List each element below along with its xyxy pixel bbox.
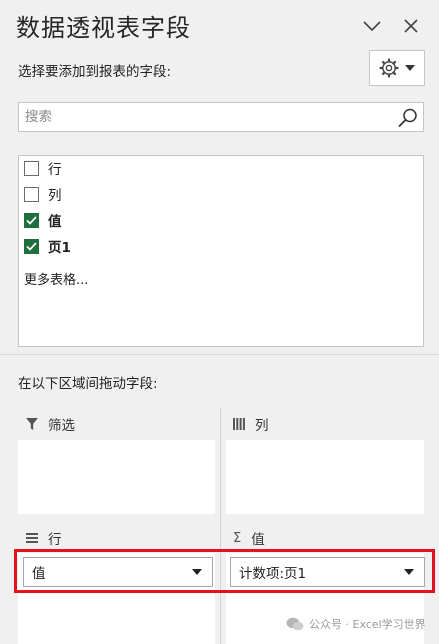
columns-area-label: 列	[255, 418, 269, 434]
wechat-icon	[286, 617, 304, 631]
field-label: 行	[48, 162, 62, 178]
values-field-label: 计数项:页1	[239, 566, 307, 582]
values-field-dropdown[interactable]: 计数项:页1	[230, 557, 425, 587]
values-area-header: Σ 值	[233, 525, 265, 551]
filters-area-label: 筛选	[48, 418, 75, 434]
field-search	[18, 102, 424, 132]
watermark-text: 公众号 · Excel学习世界	[309, 618, 426, 631]
checkbox-unchecked[interactable]	[24, 186, 39, 202]
field-label: 列	[48, 188, 62, 204]
close-icon	[404, 19, 418, 33]
area-divider	[220, 408, 221, 644]
collapse-button[interactable]	[358, 12, 386, 40]
dropdown-caret-icon	[192, 569, 202, 575]
watermark: 公众号 · Excel学习世界	[286, 616, 426, 632]
rows-area-label: 行	[48, 532, 62, 548]
more-tables-link[interactable]: 更多表格...	[24, 269, 88, 288]
pane-title: 数据透视表字段	[16, 14, 191, 42]
checkbox-unchecked[interactable]	[24, 160, 39, 176]
columns-icon	[233, 418, 245, 430]
search-input[interactable]	[25, 106, 385, 128]
pivot-field-pane: 数据透视表字段 选择要添加到报表的字段: 搜索 行 列 值 页1 更多表格...…	[0, 0, 439, 644]
field-item-value[interactable]: 值	[24, 209, 62, 231]
gear-icon	[379, 58, 399, 78]
sigma-icon: Σ	[233, 530, 242, 546]
checkmark-icon	[26, 241, 37, 251]
checkmark-icon	[26, 215, 37, 225]
rows-field-dropdown[interactable]: 值	[23, 557, 213, 587]
values-area-label: 值	[251, 532, 265, 548]
field-label: 页1	[48, 240, 71, 256]
rows-area-header: 行	[26, 525, 62, 551]
chevron-down-icon	[363, 21, 381, 32]
filter-icon	[26, 417, 38, 430]
filters-drop-zone[interactable]	[18, 440, 215, 514]
rows-field-label: 值	[32, 566, 46, 582]
field-item-row[interactable]: 行	[24, 157, 62, 179]
columns-drop-zone[interactable]	[226, 440, 424, 514]
checkbox-checked[interactable]	[24, 212, 39, 228]
tools-button[interactable]	[369, 50, 425, 86]
choose-fields-label: 选择要添加到报表的字段:	[18, 64, 172, 80]
filters-area-header: 筛选	[26, 411, 75, 437]
rows-icon	[26, 533, 38, 543]
field-label: 值	[48, 214, 62, 230]
field-item-page1[interactable]: 页1	[24, 235, 71, 257]
checkbox-checked[interactable]	[24, 238, 39, 254]
search-icon[interactable]	[397, 107, 419, 129]
columns-area-header: 列	[233, 411, 269, 437]
drag-areas-label: 在以下区域间拖动字段:	[18, 376, 158, 392]
close-button[interactable]	[397, 12, 425, 40]
dropdown-caret-icon	[405, 65, 415, 71]
dropdown-caret-icon	[404, 569, 414, 575]
field-item-column[interactable]: 列	[24, 183, 62, 205]
section-divider	[0, 354, 439, 355]
field-list: 行 列 值 页1 更多表格...	[18, 155, 424, 347]
